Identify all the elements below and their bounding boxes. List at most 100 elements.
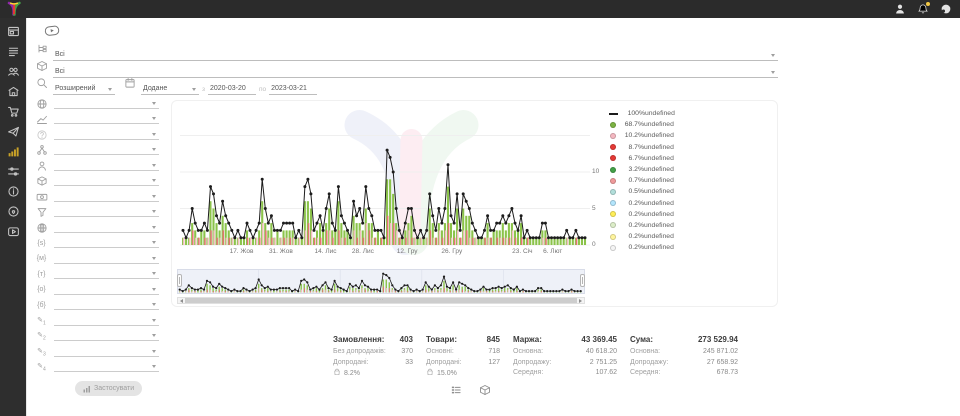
- filter-select[interactable]: [54, 130, 159, 140]
- legend-item[interactable]: 6.7%undefined: [610, 153, 775, 164]
- filter-row: ✎3: [27, 344, 167, 360]
- legend-item[interactable]: 3.2%undefined: [610, 164, 775, 175]
- bag-icon: [333, 368, 341, 381]
- legend-item[interactable]: 0.2%undefined: [610, 242, 775, 253]
- sidebar-item-cart[interactable]: [0, 101, 26, 121]
- scrollbar-thumb[interactable]: ∙∙∙: [185, 298, 577, 303]
- chevron-down-icon: [152, 133, 156, 136]
- filter-row: ✎4: [27, 360, 167, 376]
- chevron-down-icon: [771, 71, 775, 74]
- legend-item[interactable]: 8.7%undefined: [610, 142, 775, 153]
- scroll-right-icon[interactable]: [579, 299, 582, 303]
- content-panel: Всі Всі Розширений Додане з: [26, 18, 960, 416]
- sidebar-item-send[interactable]: [0, 121, 26, 141]
- stat-sub-row: 8.2%: [333, 368, 413, 381]
- filter-select[interactable]: [54, 192, 159, 202]
- filter-select[interactable]: [54, 223, 159, 233]
- legend-item[interactable]: 0.2%undefined: [610, 209, 775, 220]
- sidebar-item-loyalty[interactable]: [0, 201, 26, 221]
- legend-dot-swatch: [610, 178, 616, 184]
- stat-sub-row: Середня:678.73: [630, 368, 738, 379]
- navigator-scrollbar[interactable]: ∙∙∙: [177, 297, 585, 304]
- sidebar-item-dashboard[interactable]: [0, 21, 26, 41]
- navigator-left-handle[interactable]: [177, 274, 182, 287]
- filter-row-search: Розширений Додане з 2020-03-20 по 2023-0…: [36, 76, 317, 95]
- legend-item[interactable]: 68.7%undefined: [610, 119, 775, 130]
- apply-button[interactable]: Застосувати: [75, 381, 142, 396]
- y-axis-tick: 5: [592, 205, 606, 212]
- filter-row: [27, 143, 167, 159]
- avatar-icon[interactable]: [940, 3, 952, 15]
- filter-select[interactable]: [54, 300, 159, 310]
- legend-dot-swatch: [610, 222, 616, 228]
- date-to-input[interactable]: 2023-03-21: [269, 84, 317, 95]
- sidebar-item-users[interactable]: [0, 61, 26, 81]
- sidebar-item-info[interactable]: [0, 181, 26, 201]
- legend-dot-swatch: [610, 245, 616, 251]
- legend-item[interactable]: 0.2%undefined: [610, 231, 775, 242]
- filter-select[interactable]: [54, 238, 159, 248]
- chevron-down-icon: [152, 226, 156, 229]
- scroll-left-icon[interactable]: [180, 299, 183, 303]
- filter-row: {м}: [27, 251, 167, 267]
- sidebar-item-tune[interactable]: [0, 161, 26, 181]
- stat-sub-row: Основні:718: [426, 347, 500, 358]
- filter-select[interactable]: [54, 362, 159, 372]
- filter-select[interactable]: [54, 161, 159, 171]
- stat-sub-row: Основна:245 871.02: [630, 347, 738, 358]
- date-to-label: по: [259, 86, 266, 93]
- search-icon: [36, 76, 48, 94]
- braces-icon: {м}: [35, 255, 48, 262]
- filter-select[interactable]: [54, 145, 159, 155]
- filter-select[interactable]: [54, 316, 159, 326]
- filter-row: ✎1: [27, 313, 167, 329]
- video-hint-icon[interactable]: [44, 24, 60, 37]
- legend-item[interactable]: 0.2%undefined: [610, 198, 775, 209]
- apply-button-label: Застосувати: [94, 385, 134, 392]
- navigator-right-handle[interactable]: [580, 274, 585, 287]
- filter-select[interactable]: [54, 207, 159, 217]
- x-axis-tick: 28. Лис: [341, 248, 385, 255]
- legend-item[interactable]: 0.5%undefined: [610, 186, 775, 197]
- filter-select[interactable]: [54, 269, 159, 279]
- filter-select[interactable]: [54, 114, 159, 124]
- filter-select[interactable]: [54, 285, 159, 295]
- stat-sub-row: Без допродажів:370: [333, 347, 413, 358]
- filter-select[interactable]: [54, 254, 159, 264]
- package-view-icon[interactable]: [479, 383, 491, 395]
- filter-row: {s}: [27, 236, 167, 252]
- app-logo[interactable]: [6, 1, 22, 17]
- chevron-down-icon: [152, 148, 156, 151]
- stat-title-row: Товари:845: [426, 335, 500, 344]
- user-icon[interactable]: [894, 3, 906, 15]
- legend-item[interactable]: 100%undefined: [610, 108, 775, 119]
- sidebar-item-store[interactable]: [0, 81, 26, 101]
- filter-select[interactable]: [54, 347, 159, 357]
- stat-value: 403: [400, 335, 413, 344]
- date-to-value: 2023-03-21: [271, 85, 307, 92]
- chevron-down-icon: [152, 334, 156, 337]
- sidebar-item-video[interactable]: [0, 221, 26, 241]
- legend-item[interactable]: 0.7%undefined: [610, 175, 775, 186]
- legend-item[interactable]: 10.2%undefined: [610, 130, 775, 141]
- stat-title-row: Сума:273 529.94: [630, 335, 738, 344]
- filter-select[interactable]: [54, 99, 159, 109]
- stat-title: Замовлення:: [333, 335, 384, 344]
- sidebar-item-orders-list[interactable]: [0, 41, 26, 61]
- legend-item[interactable]: 0.2%undefined: [610, 220, 775, 231]
- search-mode-select[interactable]: Розширений: [53, 84, 115, 95]
- date-field-select[interactable]: Додане: [141, 84, 199, 95]
- bell-icon[interactable]: [917, 3, 929, 15]
- chart-navigator[interactable]: [177, 269, 585, 295]
- sidebar-item-analytics[interactable]: [0, 141, 26, 161]
- legend-dot-swatch: [610, 167, 616, 173]
- date-from-label: з: [202, 86, 205, 93]
- filter-select[interactable]: [54, 176, 159, 186]
- list-view-icon[interactable]: [450, 383, 462, 395]
- stat-sub-row: Допродані:127: [426, 358, 500, 369]
- filter-select[interactable]: [54, 331, 159, 341]
- date-from-input[interactable]: 2020-03-20: [208, 84, 256, 95]
- chevron-down-icon: [152, 117, 156, 120]
- chevron-down-icon: [771, 54, 775, 57]
- filter-row: [27, 174, 167, 190]
